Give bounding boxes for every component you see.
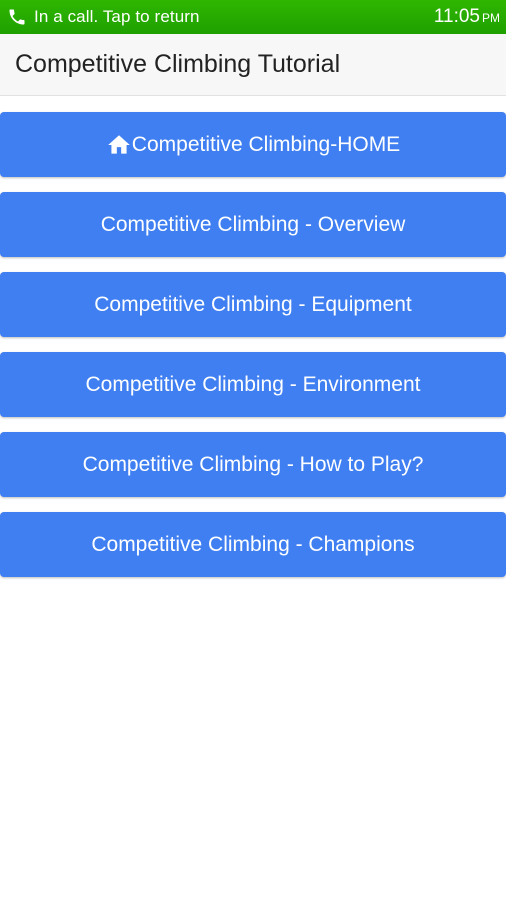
home-button-label: Competitive Climbing-HOME	[131, 132, 401, 156]
environment-button[interactable]: Competitive Climbing - Environment	[0, 352, 506, 417]
call-status-text[interactable]: In a call. Tap to return	[34, 7, 200, 27]
clock-time: 11:05	[433, 6, 480, 27]
overview-button-label: Competitive Climbing - Overview	[100, 212, 406, 236]
clock: 11:05 PM	[434, 6, 500, 28]
champions-button-label: Competitive Climbing - Champions	[91, 532, 415, 556]
champions-button[interactable]: Competitive Climbing - Champions	[0, 512, 506, 577]
equipment-button-label: Competitive Climbing - Equipment	[94, 292, 412, 316]
home-icon	[106, 132, 132, 158]
clock-ampm: PM	[482, 11, 500, 25]
environment-button-label: Competitive Climbing - Environment	[85, 372, 421, 396]
equipment-button[interactable]: Competitive Climbing - Equipment	[0, 272, 506, 337]
home-button[interactable]: Competitive Climbing-HOME	[0, 112, 506, 177]
how-to-play-button-label: Competitive Climbing - How to Play?	[82, 452, 424, 476]
menu-list: Competitive Climbing-HOME Competitive Cl…	[0, 112, 506, 592]
status-bar[interactable]: In a call. Tap to return 11:05 PM	[0, 0, 506, 34]
app-bar: Competitive Climbing Tutorial	[0, 34, 506, 96]
phone-icon	[6, 6, 28, 28]
page-title: Competitive Climbing Tutorial	[15, 50, 341, 78]
how-to-play-button[interactable]: Competitive Climbing - How to Play?	[0, 432, 506, 497]
overview-button[interactable]: Competitive Climbing - Overview	[0, 192, 506, 257]
